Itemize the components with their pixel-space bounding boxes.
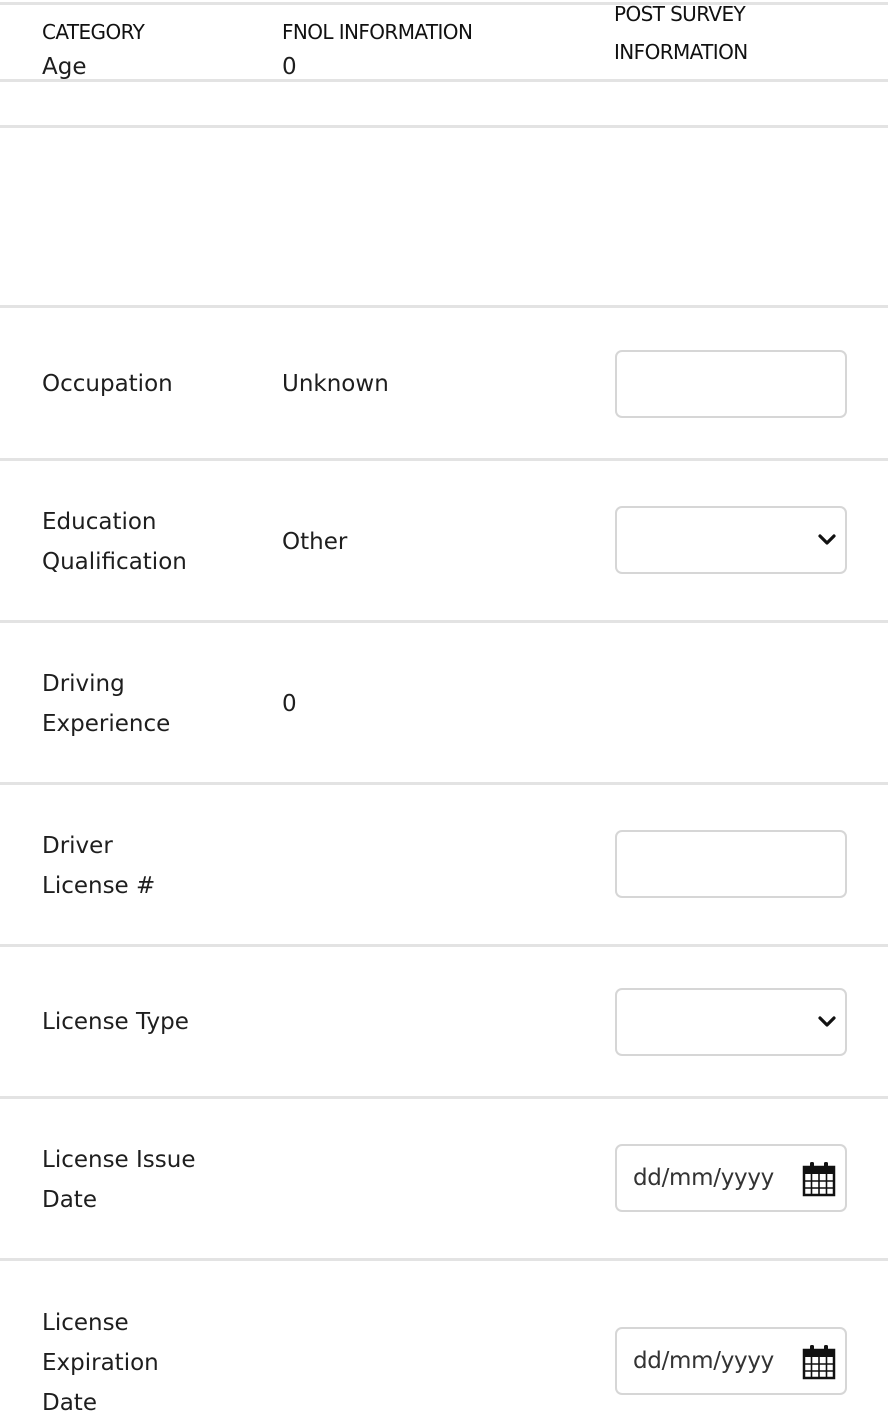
row-divider	[0, 458, 888, 461]
row-divider	[0, 782, 888, 785]
education-select[interactable]	[615, 506, 847, 574]
license-issue-label-line1: License Issue	[42, 1147, 196, 1173]
row-divider	[0, 305, 888, 308]
license-type-select[interactable]	[615, 988, 847, 1056]
row-divider	[0, 125, 888, 128]
license-type-label: License Type	[42, 1009, 189, 1035]
calendar-icon[interactable]	[801, 1343, 837, 1381]
header-category: CATEGORY	[42, 20, 145, 44]
driving-experience-label-line1: Driving	[42, 671, 125, 697]
occupation-fnol-value: Unknown	[282, 371, 389, 397]
header-post-survey-line2: INFORMATION	[614, 40, 748, 64]
driver-license-input[interactable]	[615, 830, 847, 898]
license-issue-label-line2: Date	[42, 1187, 97, 1213]
education-label-line2: Qualification	[42, 549, 187, 575]
license-expiration-date-input[interactable]: dd/mm/yyyy	[615, 1327, 847, 1395]
driving-experience-label-line2: Experience	[42, 711, 171, 737]
license-expiration-label-line1: License	[42, 1310, 129, 1336]
license-issue-date-placeholder: dd/mm/yyyy	[633, 1165, 774, 1191]
row-divider	[0, 944, 888, 947]
license-expiration-label-line3: Date	[42, 1390, 97, 1416]
education-fnol-value: Other	[282, 529, 348, 555]
chevron-down-icon	[818, 1016, 836, 1027]
header-fnol: FNOL INFORMATION	[282, 20, 473, 44]
header-post-survey-line1: POST SURVEY	[614, 2, 746, 26]
license-issue-date-input[interactable]: dd/mm/yyyy	[615, 1144, 847, 1212]
license-expiration-label-line2: Expiration	[42, 1350, 159, 1376]
occupation-label: Occupation	[42, 371, 173, 397]
row-divider	[0, 1258, 888, 1261]
row-divider	[0, 620, 888, 623]
education-label-line1: Education	[42, 509, 157, 535]
calendar-icon[interactable]	[801, 1160, 837, 1198]
driver-license-label-line1: Driver	[42, 833, 113, 859]
license-expiration-date-placeholder: dd/mm/yyyy	[633, 1348, 774, 1374]
driving-experience-fnol-value: 0	[282, 691, 297, 717]
driver-license-label-line2: License #	[42, 873, 156, 899]
top-divider	[0, 2, 888, 5]
occupation-input[interactable]	[615, 350, 847, 418]
chevron-down-icon	[818, 534, 836, 545]
row-divider	[0, 1096, 888, 1099]
row-divider	[0, 79, 888, 82]
